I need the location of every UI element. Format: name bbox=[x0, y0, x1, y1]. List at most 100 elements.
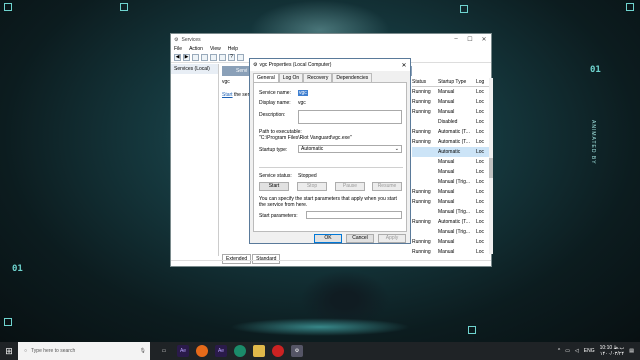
resume-button[interactable]: Resume bbox=[372, 182, 402, 191]
clock[interactable]: 10:10 ب.ظ ۱۴۰۰/۰۳/۲۴ bbox=[600, 345, 625, 357]
table-row[interactable]: Manual (Trig... Loc bbox=[412, 177, 491, 187]
menu-view[interactable]: View bbox=[210, 46, 221, 52]
cell-startup-type: Manual bbox=[438, 249, 455, 255]
microphone-icon[interactable]: 🎙 bbox=[140, 348, 150, 354]
volume-icon[interactable]: ◁ bbox=[575, 348, 579, 354]
minimize-button[interactable]: – bbox=[449, 36, 463, 43]
table-row[interactable]: Running Manual Loc bbox=[412, 187, 491, 197]
windows-start-icon[interactable]: ⊞ bbox=[0, 342, 18, 360]
cell-status: Running bbox=[412, 99, 431, 105]
task-view-icon[interactable]: ▭ bbox=[158, 345, 170, 357]
wallpaper-mark-01: 01 bbox=[12, 264, 23, 274]
table-row[interactable]: Running Automatic (T... Loc bbox=[412, 127, 491, 137]
cancel-button[interactable]: Cancel bbox=[346, 234, 374, 243]
apply-button[interactable]: Apply bbox=[378, 234, 406, 243]
services-titlebar[interactable]: ⚙ Services – ☐ ✕ bbox=[171, 34, 491, 45]
back-icon[interactable]: ◀ bbox=[174, 54, 181, 61]
dialog-titlebar[interactable]: ⚙ vgc Properties (Local Computer) ✕ bbox=[250, 59, 410, 71]
list-icon[interactable] bbox=[201, 54, 208, 61]
vertical-scrollbar[interactable] bbox=[489, 78, 493, 254]
start-service-link[interactable]: Start bbox=[222, 92, 233, 98]
export-icon[interactable] bbox=[219, 54, 226, 61]
close-button[interactable]: ✕ bbox=[477, 36, 491, 43]
maximize-button[interactable]: ☐ bbox=[463, 36, 477, 43]
start-params-input[interactable] bbox=[306, 211, 402, 219]
properties-dialog: ⚙ vgc Properties (Local Computer) ✕ Gene… bbox=[249, 58, 411, 244]
cell-startup-type: Manual bbox=[438, 109, 455, 115]
table-row[interactable]: Manual (Trig... Loc bbox=[412, 207, 491, 217]
description-field[interactable] bbox=[298, 110, 402, 124]
table-row[interactable]: Running Manual Loc bbox=[412, 97, 491, 107]
menu-file[interactable]: File bbox=[174, 46, 182, 52]
tree-pane: Services (Local) bbox=[171, 64, 219, 256]
start-button[interactable]: Start bbox=[259, 182, 289, 191]
cell-startup-type: Manual bbox=[438, 239, 455, 245]
forward-icon[interactable]: ▶ bbox=[183, 54, 190, 61]
help-icon[interactable]: ? bbox=[228, 54, 235, 61]
file-explorer-icon[interactable] bbox=[253, 345, 265, 357]
general-panel: Service name: vgc Display name: vgc Desc… bbox=[253, 82, 407, 232]
cell-log-on: Loc bbox=[476, 249, 485, 255]
display-name-value[interactable]: vgc bbox=[298, 100, 306, 106]
refresh-icon[interactable] bbox=[210, 54, 217, 61]
cell-status: Running bbox=[412, 219, 431, 225]
menu-help[interactable]: Help bbox=[228, 46, 238, 52]
taskbar: ⊞ ○ Type here to search 🎙 ▭ Ae Ae ⚙ ^ ▭ … bbox=[0, 342, 640, 360]
table-row[interactable]: Manual Loc bbox=[412, 157, 491, 167]
network-icon[interactable]: ▭ bbox=[565, 348, 570, 354]
table-row[interactable]: Automatic Loc bbox=[412, 147, 491, 157]
startup-type-select[interactable]: Automatic ⌄ bbox=[298, 145, 402, 153]
table-row[interactable]: Running Manual Loc bbox=[412, 107, 491, 117]
cell-startup-type: Automatic (T... bbox=[438, 139, 470, 145]
record-icon[interactable] bbox=[272, 345, 284, 357]
search-box[interactable]: ○ Type here to search 🎙 bbox=[18, 342, 150, 360]
cell-log-on: Loc bbox=[476, 109, 485, 115]
tab-log-on[interactable]: Log On bbox=[278, 73, 304, 82]
table-row[interactable]: Running Manual Loc bbox=[412, 197, 491, 207]
services-icon[interactable]: ⚙ bbox=[291, 345, 303, 357]
show-hide-tree-icon[interactable] bbox=[192, 54, 199, 61]
scrollbar-thumb[interactable] bbox=[489, 158, 493, 178]
stop-button[interactable]: Stop bbox=[297, 182, 327, 191]
table-row[interactable]: Disabled Loc bbox=[412, 117, 491, 127]
gear-icon: ⚙ bbox=[253, 62, 258, 68]
table-row[interactable]: Manual (Trig... Loc bbox=[412, 227, 491, 237]
column-startup-type[interactable]: Startup Type bbox=[438, 79, 476, 85]
cell-log-on: Loc bbox=[476, 139, 485, 145]
dialog-close-button[interactable]: ✕ bbox=[398, 62, 410, 69]
path-value[interactable]: "C:\Program Files\Riot Vanguard\vgc.exe" bbox=[259, 135, 352, 141]
table-row[interactable]: Running Manual Loc bbox=[412, 87, 491, 97]
column-status[interactable]: Status bbox=[412, 79, 438, 85]
after-effects-icon[interactable]: Ae bbox=[215, 345, 227, 357]
chevron-up-icon[interactable]: ^ bbox=[558, 348, 560, 354]
pause-button[interactable]: Pause bbox=[335, 182, 365, 191]
tab-general[interactable]: General bbox=[253, 73, 279, 82]
table-row[interactable]: Manual Loc bbox=[412, 167, 491, 177]
service-name-value[interactable]: vgc bbox=[298, 90, 308, 96]
table-header: Status Startup Type Log bbox=[412, 78, 491, 87]
cell-startup-type: Automatic (T... bbox=[438, 219, 470, 225]
dialog-title: vgc Properties (Local Computer) bbox=[259, 62, 332, 68]
table-row[interactable]: Running Automatic (T... Loc bbox=[412, 217, 491, 227]
table-row[interactable]: Running Manual Loc bbox=[412, 247, 491, 257]
notifications-icon[interactable]: ▤ bbox=[629, 348, 634, 354]
ok-button[interactable]: OK bbox=[314, 234, 342, 243]
after-effects-icon[interactable]: Ae bbox=[177, 345, 189, 357]
cell-status: Running bbox=[412, 249, 431, 255]
cell-log-on: Loc bbox=[476, 229, 485, 235]
tab-dependencies[interactable]: Dependencies bbox=[332, 73, 373, 82]
table-row[interactable]: Running Manual Loc bbox=[412, 237, 491, 247]
tab-recovery[interactable]: Recovery bbox=[303, 73, 333, 82]
firefox-icon[interactable] bbox=[196, 345, 208, 357]
cell-startup-type: Manual bbox=[438, 99, 455, 105]
language-indicator[interactable]: ENG bbox=[584, 348, 595, 354]
search-placeholder: Type here to search bbox=[31, 348, 76, 354]
table-row[interactable]: Running Automatic (T... Loc bbox=[412, 137, 491, 147]
properties-icon[interactable] bbox=[237, 54, 244, 61]
cell-status: Running bbox=[412, 199, 431, 205]
menu-action[interactable]: Action bbox=[189, 46, 203, 52]
edge-icon[interactable] bbox=[234, 345, 246, 357]
wallpaper-mark-01: 01 bbox=[590, 65, 601, 75]
column-log-on[interactable]: Log bbox=[476, 79, 490, 85]
tree-item-services-local[interactable]: Services (Local) bbox=[171, 64, 218, 74]
